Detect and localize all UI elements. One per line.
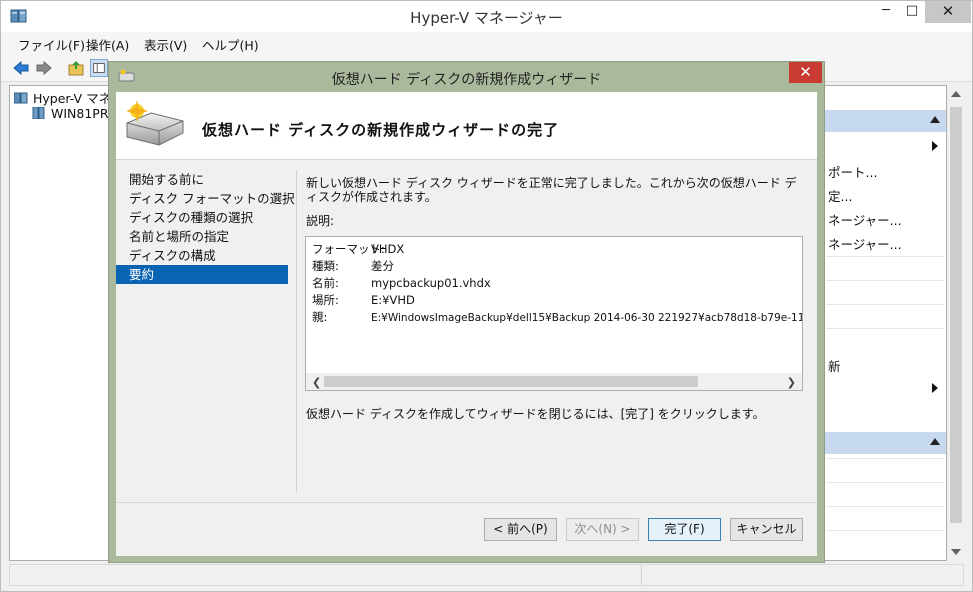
divider <box>826 530 944 531</box>
divider <box>826 328 944 329</box>
tree-item-root[interactable]: Hyper-V マネ <box>14 88 111 107</box>
steps-divider <box>296 170 297 492</box>
next-button[interactable]: 次へ(N) > <box>566 518 639 541</box>
hyperv-manager-icon <box>14 92 28 104</box>
minimize-button[interactable]: ─ <box>873 1 899 23</box>
divider <box>826 458 944 459</box>
console-tree-pane: Hyper-V マネ WIN81PR <box>9 85 111 561</box>
scroll-down-icon[interactable] <box>951 549 961 555</box>
footer-divider <box>116 502 817 503</box>
summary-value: E:¥VHD <box>371 293 415 307</box>
actions-scrollbar[interactable] <box>948 85 964 561</box>
summary-key: 名前: <box>312 276 339 290</box>
step-summary[interactable]: 要約 <box>116 265 288 284</box>
console-tree-icon[interactable] <box>90 59 108 77</box>
summary-key: 場所: <box>312 293 339 307</box>
summary-key: 親: <box>312 310 328 324</box>
dialog-close-button[interactable]: ✕ <box>789 62 822 83</box>
collapse-up-icon[interactable] <box>930 116 940 123</box>
finish-instruction-text: 仮想ハード ディスクを作成してウィザードを閉じるには、[完了] をクリックします… <box>306 407 765 421</box>
scroll-up-icon[interactable] <box>951 91 961 97</box>
summary-value: VHDX <box>371 242 405 256</box>
divider <box>826 280 944 281</box>
summary-key: 種類: <box>312 259 339 273</box>
scroll-thumb[interactable] <box>324 376 698 387</box>
maximize-button[interactable]: □ <box>899 1 925 23</box>
summary-value: E:¥WindowsImageBackup¥dell15¥Backup 2014… <box>371 312 803 324</box>
summary-textbox[interactable]: フォーマット:VHDX 種類: 差分 名前: mypcbackup01.vhdx 場… <box>305 236 803 391</box>
divider <box>826 482 944 483</box>
forward-arrow-icon[interactable] <box>35 59 53 77</box>
dialog-titlebar[interactable]: 仮想ハード ディスクの新規作成ウィザード ✕ <box>109 62 824 92</box>
action-san-manager[interactable]: ネージャー... <box>828 234 902 253</box>
summary-row-location: 場所: E:¥VHD <box>312 292 415 308</box>
new-vhd-wizard-dialog: 仮想ハード ディスクの新規作成ウィザード ✕ 仮想ハード ディスクの新規作成ウィ… <box>108 61 825 563</box>
dialog-title: 仮想ハード ディスクの新規作成ウィザード <box>331 72 602 88</box>
submenu-arrow-icon[interactable] <box>932 141 938 151</box>
main-titlebar[interactable]: Hyper-V マネージャー ─ □ ✕ <box>1 1 972 32</box>
tree-root-label: Hyper-V マネ <box>33 91 112 106</box>
divider <box>826 304 944 305</box>
summary-hscrollbar[interactable]: ❮ ❯ <box>306 373 802 390</box>
action-import[interactable]: ポート... <box>828 162 877 181</box>
step-choose-type[interactable]: ディスクの種類の選択 <box>116 208 288 227</box>
status-bar <box>9 564 964 586</box>
dialog-client-area: 仮想ハード ディスクの新規作成ウィザードの完了 開始する前に ディスク フォーマ… <box>116 92 817 556</box>
new-hard-disk-icon <box>126 100 184 146</box>
summary-row-format: フォーマット:VHDX <box>312 241 404 257</box>
server-icon <box>32 107 45 119</box>
summary-row-parent: 親: E:¥WindowsImageBackup¥dell15¥Backup 20… <box>312 309 803 325</box>
wizard-header: 仮想ハード ディスクの新規作成ウィザードの完了 <box>116 92 817 160</box>
step-choose-format[interactable]: ディスク フォーマットの選択 <box>116 189 295 208</box>
menu-help[interactable]: ヘルプ(H) <box>202 35 259 54</box>
menu-action[interactable]: 操作(A) <box>86 35 129 54</box>
divider <box>826 506 944 507</box>
step-before-you-begin[interactable]: 開始する前に <box>116 170 288 189</box>
wizard-heading: 仮想ハード ディスクの新規作成ウィザードの完了 <box>202 121 560 139</box>
menu-view[interactable]: 表示(V) <box>144 35 187 54</box>
completion-intro-text: 新しい仮想ハード ディスク ウィザードを正常に完了しました。これから次の仮想ハー… <box>306 176 797 204</box>
main-window-title: Hyper-V マネージャー <box>410 9 563 27</box>
action-refresh[interactable]: 新 <box>828 356 841 375</box>
back-arrow-icon[interactable] <box>12 59 30 77</box>
action-switch-manager[interactable]: ネージャー... <box>828 210 902 229</box>
scroll-right-icon[interactable]: ❯ <box>787 376 796 389</box>
cancel-button[interactable]: キャンセル <box>730 518 803 541</box>
submenu-arrow-icon[interactable] <box>932 383 938 393</box>
description-label: 説明: <box>306 214 335 228</box>
previous-button[interactable]: < 前へ(P) <box>484 518 557 541</box>
tree-server-label: WIN81PR <box>51 106 109 121</box>
step-configure-disk[interactable]: ディスクの構成 <box>116 246 288 265</box>
main-close-button[interactable]: ✕ <box>925 1 971 23</box>
tree-item-server[interactable]: WIN81PR <box>32 106 109 121</box>
summary-value: mypcbackup01.vhdx <box>371 276 491 290</box>
scroll-left-icon[interactable]: ❮ <box>312 376 321 389</box>
menu-file[interactable]: ファイル(F) <box>18 35 85 54</box>
scroll-thumb[interactable] <box>950 107 962 523</box>
folder-up-icon[interactable] <box>67 59 85 77</box>
finish-button[interactable]: 完了(F) <box>648 518 721 541</box>
step-name-location[interactable]: 名前と場所の指定 <box>116 227 288 246</box>
summary-row-name: 名前: mypcbackup01.vhdx <box>312 275 491 291</box>
summary-key: フォーマット: <box>312 242 385 256</box>
action-settings[interactable]: 定... <box>828 186 852 205</box>
summary-value: 差分 <box>371 259 394 273</box>
status-segment <box>10 565 642 585</box>
summary-row-type: 種類: 差分 <box>312 258 394 274</box>
divider <box>826 256 944 257</box>
menu-bar: ファイル(F) 操作(A) 表示(V) ヘルプ(H) <box>1 32 972 54</box>
collapse-up-icon[interactable] <box>930 438 940 445</box>
